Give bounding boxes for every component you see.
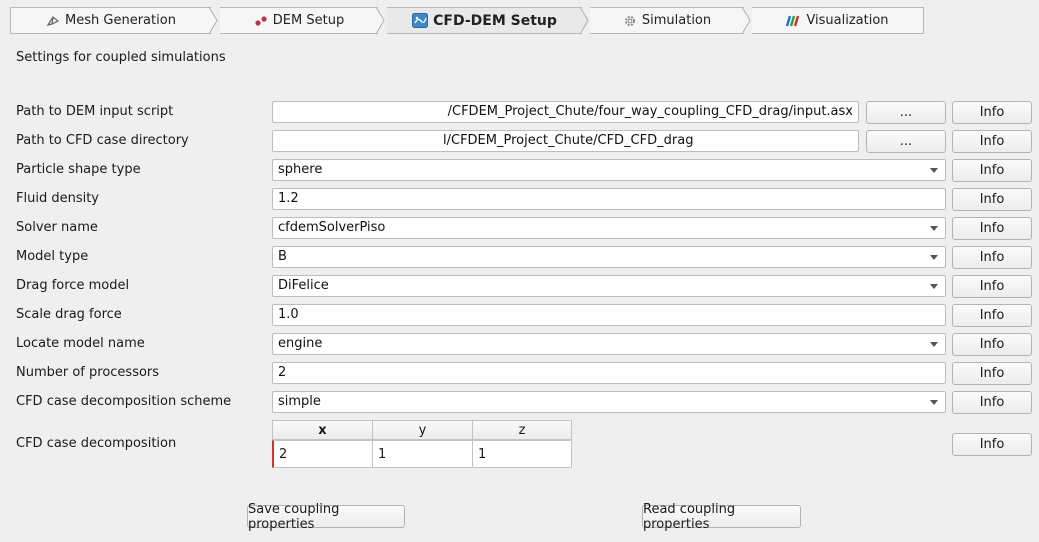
stage-label: DEM Setup	[272, 13, 345, 28]
decomp-scheme-select[interactable]: simple	[272, 391, 946, 413]
stage-label: Simulation	[641, 13, 712, 28]
model-type-value: B	[278, 249, 287, 264]
decomposition-label: CFD case decomposition	[16, 436, 177, 451]
drag-model-value: DiFelice	[278, 278, 329, 293]
mesh-icon	[46, 15, 60, 27]
fluid-density-input[interactable]: 1.2	[272, 188, 946, 210]
decomp-x-cell[interactable]: 2	[272, 440, 373, 468]
stage-label: Mesh Generation	[65, 13, 176, 28]
particles-icon	[254, 15, 268, 27]
chevron-down-icon	[930, 400, 938, 405]
stage-mesh-generation[interactable]: Mesh Generation	[10, 7, 211, 34]
info-button-particle-shape[interactable]: Info	[952, 159, 1032, 182]
chevron-down-icon	[930, 168, 938, 173]
column-header-y[interactable]: y	[372, 420, 473, 440]
cfd-dir-path-field[interactable]: l/CFDEM_Project_Chute/CFD_CFD_drag	[272, 130, 859, 152]
info-button-num-procs[interactable]: Info	[952, 362, 1032, 385]
particle-shape-value: sphere	[278, 162, 323, 177]
stage-cfd-dem-setup[interactable]: CFD-DEM Setup	[387, 7, 582, 34]
drag-model-select[interactable]: DiFelice	[272, 275, 946, 297]
decomp-y-cell[interactable]: 1	[372, 440, 473, 468]
chevron-separator	[742, 7, 751, 34]
info-button-model-type[interactable]: Info	[952, 246, 1032, 269]
info-button-cfd-dir[interactable]: Info	[952, 130, 1032, 153]
chevron-down-icon	[930, 255, 938, 260]
chevron-separator	[580, 7, 589, 34]
dem-input-path-field[interactable]: /CFDEM_Project_Chute/four_way_coupling_C…	[272, 101, 859, 123]
num-procs-input[interactable]: 2	[272, 362, 946, 384]
particle-shape-label: Particle shape type	[16, 162, 141, 177]
locate-model-value: engine	[278, 336, 323, 351]
model-type-label: Model type	[16, 249, 89, 264]
solver-name-select[interactable]: cfdemSolverPiso	[272, 217, 946, 239]
stage-visualization[interactable]: Visualization	[752, 7, 924, 34]
chevron-down-icon	[930, 342, 938, 347]
cfd-dem-icon	[412, 13, 429, 28]
decomp-scheme-label: CFD case decomposition scheme	[16, 394, 232, 409]
visualization-icon	[786, 15, 801, 27]
info-button-scale-drag[interactable]: Info	[952, 304, 1032, 327]
read-coupling-button[interactable]: Read coupling properties	[642, 502, 801, 532]
cfd-dir-label: Path to CFD case directory	[16, 133, 189, 148]
dem-input-label: Path to DEM input script	[16, 104, 174, 119]
particle-shape-select[interactable]: sphere	[272, 159, 946, 181]
browse-dem-input-button[interactable]: ...	[866, 101, 946, 124]
info-button-drag-model[interactable]: Info	[952, 275, 1032, 298]
drag-model-label: Drag force model	[16, 278, 130, 293]
scale-drag-input[interactable]: 1.0	[272, 304, 946, 326]
solver-name-label: Solver name	[16, 220, 98, 235]
stage-breadcrumb: Mesh Generation DEM Setup CFD-DEM Setup …	[10, 7, 924, 34]
chevron-separator	[209, 7, 218, 34]
decomposition-table: x y z 2 1 1	[272, 420, 572, 469]
stage-dem-setup[interactable]: DEM Setup	[220, 7, 378, 34]
decomp-scheme-value: simple	[278, 394, 321, 409]
chevron-down-icon	[930, 226, 938, 231]
browse-cfd-dir-button[interactable]: ...	[866, 130, 946, 153]
info-button-decomp-scheme[interactable]: Info	[952, 391, 1032, 414]
stage-label: Visualization	[806, 13, 889, 28]
info-button-decomposition[interactable]: Info	[952, 433, 1032, 456]
locate-model-select[interactable]: engine	[272, 333, 946, 355]
solver-name-value: cfdemSolverPiso	[278, 220, 386, 235]
model-type-select[interactable]: B	[272, 246, 946, 268]
num-procs-label: Number of processors	[16, 365, 160, 380]
locate-model-label: Locate model name	[16, 336, 145, 351]
gear-icon	[623, 14, 637, 28]
decomp-z-cell[interactable]: 1	[472, 440, 572, 468]
page-description: Settings for coupled simulations	[16, 50, 226, 65]
stage-simulation[interactable]: Simulation	[590, 7, 744, 34]
column-header-z[interactable]: z	[472, 420, 572, 440]
fluid-density-label: Fluid density	[16, 191, 99, 206]
info-button-locate-model[interactable]: Info	[952, 333, 1032, 356]
save-coupling-button[interactable]: Save coupling properties	[247, 502, 405, 532]
stage-label: CFD-DEM Setup	[433, 12, 557, 29]
info-button-fluid-density[interactable]: Info	[952, 188, 1032, 211]
info-button-solver-name[interactable]: Info	[952, 217, 1032, 240]
info-button-dem-input[interactable]: Info	[952, 101, 1032, 124]
chevron-separator	[376, 7, 385, 34]
chevron-down-icon	[930, 284, 938, 289]
column-header-x[interactable]: x	[272, 420, 373, 440]
scale-drag-label: Scale drag force	[16, 307, 122, 322]
